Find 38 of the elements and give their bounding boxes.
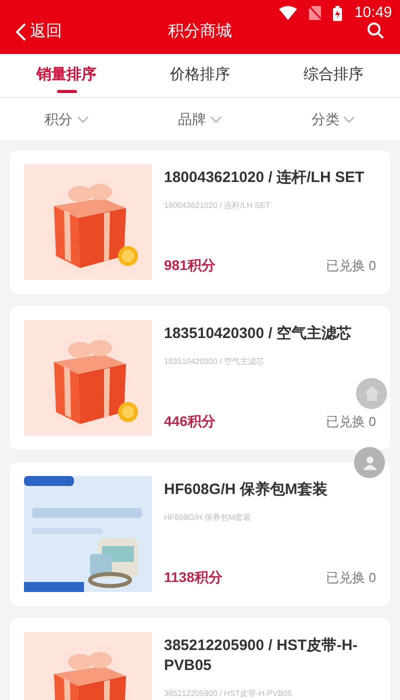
product-title: 385212205900 / HST皮带-H-PVB05 [164,636,358,676]
exchanged-count: 已兑换 0 [326,412,376,431]
wifi-icon [279,6,298,20]
exchanged-count: 已兑换 0 [326,256,376,275]
battery-icon [333,6,342,20]
product-title: 183510420300 / 空气主滤芯 [164,324,353,344]
chevron-icon [210,116,222,122]
points-price: 1138积分 [164,568,222,587]
product-card[interactable]: 385212205900 / HST皮带-H-PVB05 385212205900 / HST皮带-H-PVB05 [10,618,390,700]
user-icon [362,456,376,470]
chevron-icon [343,116,356,122]
exchanged-count: 已兑换 0 [326,568,376,587]
product-subtitle: HF608G/H 保养包M套装 [164,512,252,524]
home-icon [364,386,380,401]
points-price: 446积分 [164,412,216,431]
sort-tab[interactable]: 综合排序 [266,54,400,97]
product-title: HF608G/H 保养包M套装 [164,480,328,500]
product-subtitle: 180043621020 / 连杆/LH SET [164,200,272,212]
tab-indicator [56,90,77,93]
product-subtitle: 385212205900 / HST皮带-H-PVB05 [164,688,294,700]
no-sim-icon [309,6,322,20]
filter-dropdown[interactable]: 分类 [266,98,400,140]
status-time: 10:49 [354,2,392,23]
product-card[interactable]: HF608G/H 保养包M套装 HF608G/H 保养包M套装 1138积分 已兑换 0 [10,462,390,606]
sort-tab[interactable]: 价格排序 [133,54,267,97]
points-price: 981积分 [164,256,216,275]
back-icon [16,23,26,41]
search-icon[interactable] [367,22,384,39]
back-button[interactable]: 返回 [16,20,62,44]
filter-dropdown[interactable]: 品牌 [133,98,267,140]
sort-tab[interactable]: 销量排序 [0,54,134,97]
product-title: 180043621020 / 连杆/LH SET [164,168,366,188]
product-card[interactable]: 180043621020 / 连杆/LH SET 180043621020 / 连杆/LH SET 981积分 已兑换 0 [10,150,390,294]
page-title: 积分商城 [167,22,233,42]
chevron-icon [76,116,89,122]
product-card[interactable]: 183510420300 / 空气主滤芯 183510420300 / 空气主滤芯 446积分 已兑换 0 [10,306,390,450]
product-subtitle: 183510420300 / 空气主滤芯 [164,356,266,368]
filter-dropdown[interactable]: 积分 [0,98,134,140]
